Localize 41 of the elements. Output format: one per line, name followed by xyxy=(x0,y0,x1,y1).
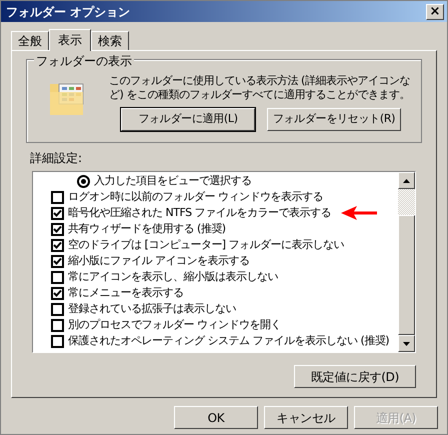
checkbox[interactable] xyxy=(51,254,64,268)
scroll-up-button[interactable] xyxy=(398,172,415,189)
dialog-button[interactable]: OK xyxy=(174,406,258,429)
checkbox[interactable] xyxy=(51,190,64,204)
tab[interactable]: 表示 xyxy=(49,29,91,51)
setting-label: 常にメニューを表示する xyxy=(68,284,184,301)
description-text: このフォルダーに使用している表示方法 (詳細表示やアイコンなど) をこの種類のフォルダーすべてに適用することができます。 xyxy=(109,74,411,102)
checkbox[interactable] xyxy=(51,302,64,316)
checkbox[interactable] xyxy=(51,238,64,252)
setting-label: 暗号化や圧縮された NTFS ファイルをカラーで表示する xyxy=(68,204,332,221)
setting-label: 空のドライブは [コンピューター] フォルダーに表示しない xyxy=(68,236,344,253)
tab[interactable]: 検索 xyxy=(91,31,129,50)
section-label: 詳細設定: xyxy=(29,150,82,167)
restore-defaults-button[interactable]: 既定値に戻す(D) xyxy=(294,365,416,388)
dialog-button[interactable]: キャンセル xyxy=(264,406,348,429)
checkbox[interactable] xyxy=(51,222,64,236)
scrollbar[interactable] xyxy=(398,172,415,352)
close-button[interactable]: × xyxy=(426,4,444,20)
setting-label: 登録されている拡張子は表示しない xyxy=(68,300,236,317)
setting-label: 常にアイコンを表示し、縮小版は表示しない xyxy=(68,268,278,285)
tab[interactable]: 全般 xyxy=(11,31,49,50)
reset-folders-button[interactable]: フォルダーをリセット(R) xyxy=(267,108,401,131)
checkbox[interactable] xyxy=(51,318,64,332)
setting-label: 入力した項目をビューで選択する xyxy=(94,172,252,189)
up-arrow-icon xyxy=(403,178,410,182)
down-arrow-icon xyxy=(403,342,410,346)
setting-label: 保護されたオペレーティング システム ファイルを表示しない (推奨) xyxy=(68,332,390,349)
checkbox[interactable] xyxy=(51,334,64,348)
radio-button[interactable] xyxy=(77,174,90,188)
checkbox[interactable] xyxy=(51,270,64,284)
checkbox[interactable] xyxy=(51,206,64,220)
apply-folders-button[interactable]: フォルダーに適用(L) xyxy=(121,108,255,131)
setting-label: ログオン時に以前のフォルダー ウィンドウを表示する xyxy=(68,188,323,205)
group-label: フォルダーの表示 xyxy=(34,52,134,70)
scroll-thumb[interactable] xyxy=(398,215,415,335)
checkbox[interactable] xyxy=(51,286,64,300)
setting-label: 共有ウィザードを使用する (推奨) xyxy=(68,220,226,237)
setting-label: 別のプロセスでフォルダー ウィンドウを開く xyxy=(68,316,281,333)
setting-label: 縮小版にファイル アイコンを表示する xyxy=(68,252,250,269)
scroll-down-button[interactable] xyxy=(398,335,415,352)
window-title: フォルダー オプション xyxy=(6,4,130,20)
